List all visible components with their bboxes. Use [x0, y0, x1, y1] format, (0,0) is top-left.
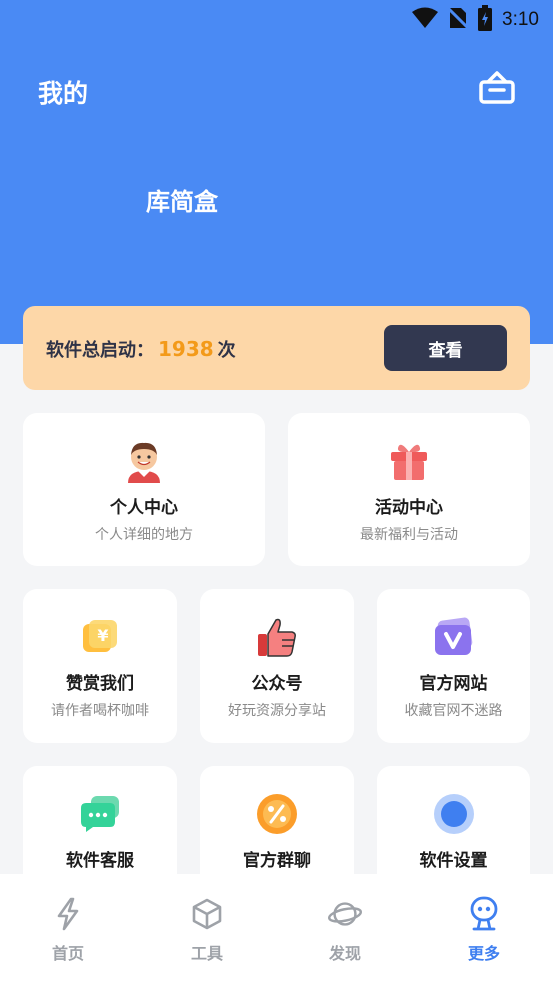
- launch-unit: 次: [217, 340, 236, 361]
- yen-icon: ¥: [78, 615, 122, 659]
- app-name: 库简盒: [146, 188, 218, 216]
- no-sim-icon: [446, 6, 470, 34]
- lightning-icon: [50, 896, 86, 932]
- tab-tools[interactable]: 工具: [167, 896, 247, 964]
- page-title: 我的: [38, 79, 89, 108]
- card-title: 软件客服: [66, 851, 134, 871]
- launch-count: 1938: [158, 337, 214, 361]
- launch-label: 软件总启动：: [46, 340, 154, 361]
- percent-icon: [255, 792, 299, 836]
- header: [0, 0, 553, 344]
- bottom-tab-bar: 首页 工具 发现 更多: [0, 874, 553, 983]
- avatar-icon: [122, 439, 166, 483]
- tab-label: 更多: [467, 944, 500, 963]
- tab-more[interactable]: 更多: [444, 896, 524, 964]
- thumbs-up-icon: [255, 615, 299, 659]
- status-time: 3:10: [502, 9, 539, 30]
- settings-dot-icon: [432, 792, 476, 836]
- tab-discover[interactable]: 发现: [305, 896, 385, 964]
- chat-icon: [78, 792, 122, 836]
- svg-text:¥: ¥: [97, 626, 108, 645]
- view-button[interactable]: 查看: [384, 325, 507, 371]
- launch-count-card: 软件总启动： 1938 次 查看: [23, 306, 530, 390]
- card-title: 公众号: [251, 674, 303, 694]
- status-bar: 3:10: [0, 0, 553, 40]
- card-title: 个人中心: [110, 498, 178, 518]
- tab-label: 首页: [51, 944, 84, 963]
- card-subtitle: 最新福利与活动: [360, 527, 458, 543]
- activity-center-card[interactable]: 活动中心 最新福利与活动: [288, 413, 530, 566]
- card-title: 软件设置: [419, 851, 488, 871]
- card-title: 赞赏我们: [66, 674, 134, 694]
- card-subtitle: 个人详细的地方: [95, 527, 193, 543]
- card-title: 官方群聊: [243, 851, 311, 871]
- tab-label: 发现: [328, 944, 361, 963]
- box-icon[interactable]: [478, 70, 516, 106]
- cube-icon: [189, 896, 225, 932]
- website-v-icon: [432, 615, 476, 659]
- gift-icon: [387, 439, 431, 483]
- robot-icon: [466, 896, 502, 932]
- card-title: 官方网站: [419, 674, 488, 694]
- official-website-card[interactable]: 官方网站 收藏官网不迷路: [377, 589, 530, 743]
- planet-icon: [327, 896, 363, 932]
- card-subtitle: 请作者喝杯咖啡: [51, 703, 149, 719]
- tab-label: 工具: [190, 944, 223, 963]
- official-account-card[interactable]: 公众号 好玩资源分享站: [200, 589, 354, 743]
- donate-card[interactable]: ¥ 赞赏我们 请作者喝杯咖啡: [23, 589, 177, 743]
- tab-home[interactable]: 首页: [28, 896, 108, 964]
- personal-center-card[interactable]: 个人中心 个人详细的地方: [23, 413, 265, 566]
- wifi-icon: [412, 7, 439, 33]
- battery-icon: [478, 5, 493, 35]
- card-subtitle: 好玩资源分享站: [228, 703, 326, 719]
- card-subtitle: 收藏官网不迷路: [404, 703, 503, 719]
- card-title: 活动中心: [375, 498, 443, 518]
